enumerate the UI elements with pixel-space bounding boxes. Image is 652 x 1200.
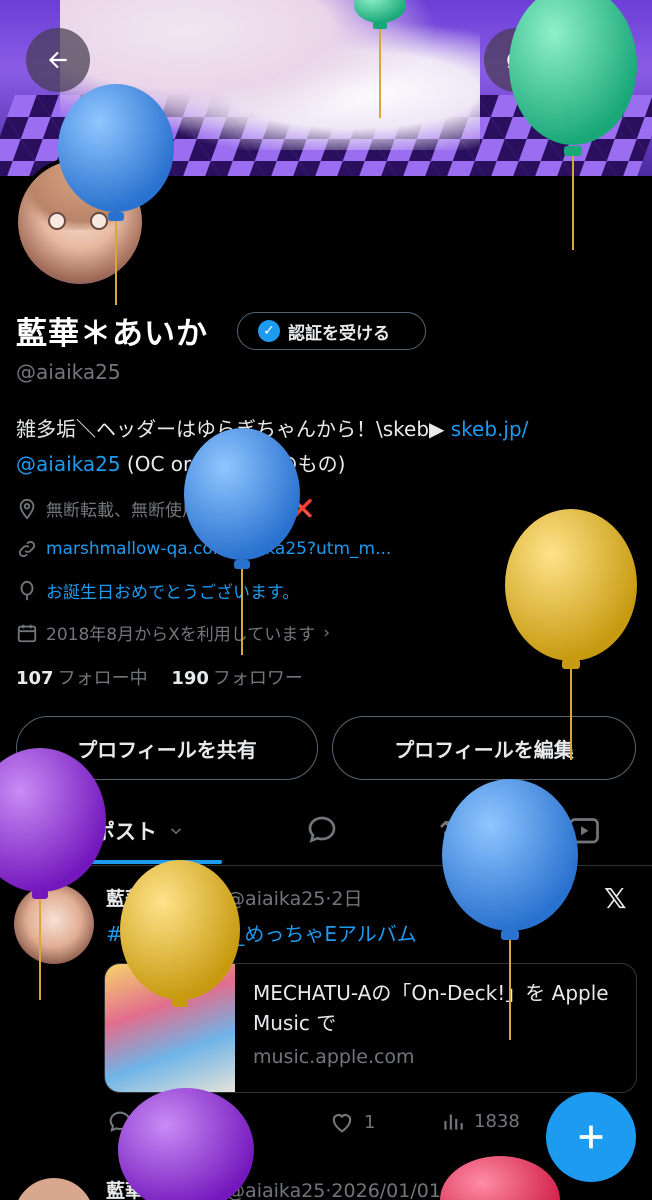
balloon-purple-bottom bbox=[118, 1088, 254, 1200]
balloon-yellow-right bbox=[505, 509, 637, 760]
balloon-green-small bbox=[354, 0, 406, 118]
birthday-balloons bbox=[0, 0, 637, 1200]
balloon-green-large bbox=[509, 0, 637, 250]
balloon-yellow-lower bbox=[120, 860, 240, 1007]
balloon-purple-left bbox=[0, 748, 106, 1000]
balloon-blue-top bbox=[58, 84, 174, 305]
balloon-blue-lower bbox=[442, 779, 578, 1040]
balloon-red-bottom bbox=[440, 1156, 560, 1200]
balloon-blue-middle bbox=[184, 428, 300, 655]
